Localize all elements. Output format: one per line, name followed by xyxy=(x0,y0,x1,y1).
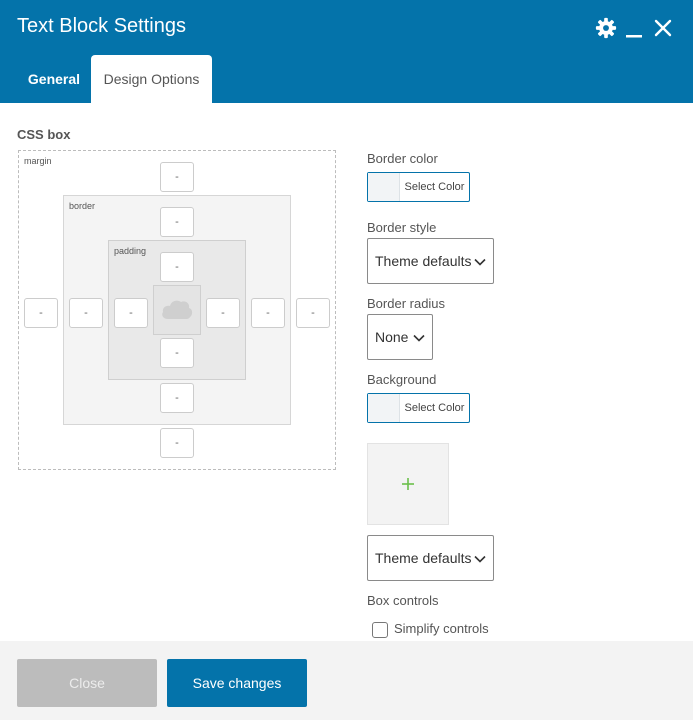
border-radius-label: Border radius xyxy=(367,296,446,311)
border-bottom-input[interactable]: - xyxy=(160,383,194,413)
save-changes-button[interactable]: Save changes xyxy=(167,659,307,707)
content-area xyxy=(153,285,201,335)
margin-left-input[interactable]: - xyxy=(24,298,58,328)
close-icon[interactable] xyxy=(652,16,674,40)
simplify-controls-label[interactable]: Simplify controls xyxy=(394,621,489,636)
minimize-icon[interactable] xyxy=(624,16,644,40)
padding-label: padding xyxy=(114,246,147,256)
css-box-label: CSS box xyxy=(17,127,71,142)
chevron-down-icon xyxy=(474,258,486,266)
border-left-input[interactable]: - xyxy=(69,298,103,328)
background-style-value: Theme defaults xyxy=(375,550,472,566)
margin-top-input[interactable]: - xyxy=(160,162,194,192)
border-color-swatch xyxy=(368,173,400,201)
panel-header: Text Block Settings General Design Optio… xyxy=(0,0,693,103)
border-color-button-label: Select Color xyxy=(404,181,465,193)
background-label: Background xyxy=(367,372,437,387)
border-style-label: Border style xyxy=(367,220,437,235)
background-style-select[interactable]: Theme defaults xyxy=(367,535,494,581)
padding-right-input[interactable]: - xyxy=(206,298,240,328)
cloud-icon xyxy=(162,300,193,319)
tab-design-options[interactable]: Design Options xyxy=(91,55,212,103)
border-color-picker[interactable]: Select Color xyxy=(367,172,470,202)
box-controls-label: Box controls xyxy=(367,593,439,608)
border-style-value: Theme defaults xyxy=(375,253,472,269)
tab-general[interactable]: General xyxy=(17,55,91,103)
background-color-picker[interactable]: Select Color xyxy=(367,393,470,423)
padding-left-input[interactable]: - xyxy=(114,298,148,328)
border-radius-value: None xyxy=(375,329,409,345)
close-button[interactable]: Close xyxy=(17,659,157,707)
border-radius-select[interactable]: None xyxy=(367,314,433,360)
chevron-down-icon xyxy=(474,555,486,563)
padding-top-input[interactable]: - xyxy=(160,252,194,282)
border-right-input[interactable]: - xyxy=(251,298,285,328)
background-color-swatch xyxy=(368,394,400,422)
margin-label: margin xyxy=(24,156,52,166)
plus-icon xyxy=(402,478,414,490)
chevron-down-icon xyxy=(413,334,425,342)
margin-right-input[interactable]: - xyxy=(296,298,330,328)
gear-icon[interactable] xyxy=(594,16,618,40)
simplify-controls-checkbox[interactable] xyxy=(372,622,388,638)
border-label: border xyxy=(69,201,96,211)
panel-title: Text Block Settings xyxy=(17,15,186,37)
border-top-input[interactable]: - xyxy=(160,207,194,237)
border-style-select[interactable]: Theme defaults xyxy=(367,238,494,284)
background-image-add-button[interactable] xyxy=(367,443,449,525)
border-color-label: Border color xyxy=(367,151,438,166)
settings-panel: Text Block Settings General Design Optio… xyxy=(0,0,693,720)
margin-bottom-input[interactable]: - xyxy=(160,428,194,458)
padding-bottom-input[interactable]: - xyxy=(160,338,194,368)
background-color-button-label: Select Color xyxy=(404,402,465,414)
